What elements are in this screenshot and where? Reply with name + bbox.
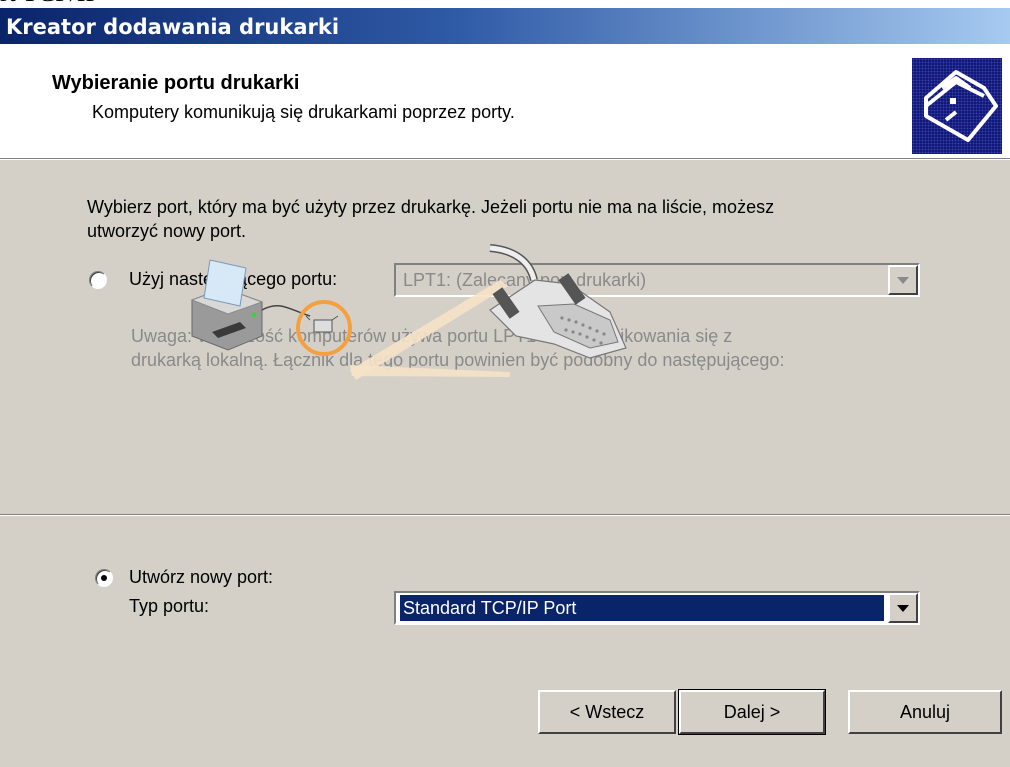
db25-connector-icon bbox=[489, 244, 627, 359]
chevron-down-icon bbox=[897, 605, 909, 612]
create-new-port-radio[interactable] bbox=[95, 569, 113, 587]
back-button-footer[interactable]: < Wstecz bbox=[538, 690, 676, 734]
window-title: Kreator dodawania drukarki bbox=[6, 15, 340, 39]
port-type-label: Typ portu: bbox=[129, 596, 210, 616]
port-type-dropdown-button[interactable] bbox=[888, 593, 918, 623]
intro-text-line2: utworzyć nowy port. bbox=[87, 221, 247, 241]
cancel-button[interactable]: Anuluj bbox=[848, 690, 1002, 734]
title-bar[interactable]: Kreator dodawania drukarki bbox=[0, 8, 1010, 44]
create-new-port-label[interactable]: Utwórz nowy port: bbox=[129, 567, 273, 588]
port-type-value: Standard TCP/IP Port bbox=[400, 595, 884, 621]
chevron-down-icon bbox=[897, 277, 909, 284]
port-type-dropdown[interactable]: Standard TCP/IP Port bbox=[394, 591, 920, 625]
next-button[interactable]: Dalej > bbox=[678, 689, 826, 735]
wizard-header: Wybieranie portu drukarki Komputery komu… bbox=[0, 44, 1010, 158]
existing-port-dropdown-button[interactable] bbox=[888, 265, 918, 295]
printer-wizard-icon bbox=[912, 58, 1002, 154]
intro-text-line1: Wybierz port, który ma być użyty przez d… bbox=[87, 197, 775, 217]
lpt-connector-illustration bbox=[170, 240, 710, 380]
printer-icon bbox=[190, 259, 264, 351]
background-window-text: rt TCP/IP bbox=[0, 0, 100, 8]
use-existing-port-radio[interactable] bbox=[89, 271, 107, 289]
small-connector-icon bbox=[305, 315, 339, 333]
page-title: Wybieranie portu drukarki bbox=[52, 72, 300, 94]
page-subtitle: Komputery komunikują się drukarkami popr… bbox=[92, 102, 515, 122]
